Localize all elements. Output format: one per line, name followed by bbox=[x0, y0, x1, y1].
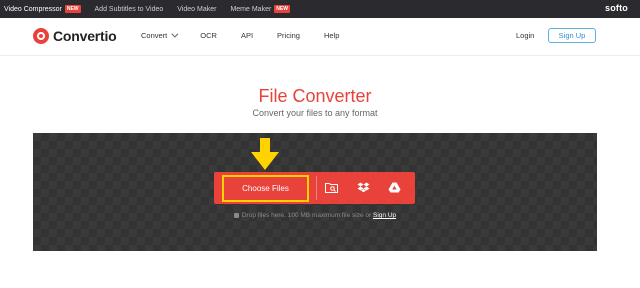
google-drive-icon bbox=[388, 182, 400, 192]
tool-label: Meme Maker bbox=[230, 5, 272, 13]
tool-link-meme-maker[interactable]: Meme Maker NEW bbox=[230, 5, 290, 13]
top-promo-bar: Video Compressor NEW Add Subtitles to Vi… bbox=[0, 0, 640, 18]
new-badge: NEW bbox=[64, 5, 81, 13]
hint-text: Drop files here. 100 MB maximum file siz… bbox=[241, 212, 372, 219]
page-subtitle: Convert your files to any format bbox=[252, 108, 378, 118]
nav-item-convert[interactable]: Convert bbox=[141, 30, 179, 40]
divider bbox=[316, 176, 317, 200]
nav-item-ocr[interactable]: OCR bbox=[200, 31, 217, 40]
tool-label: Video Maker bbox=[177, 5, 217, 13]
chevron-down-icon bbox=[171, 30, 179, 38]
nav-item-help[interactable]: Help bbox=[324, 31, 339, 40]
folder-search-icon bbox=[324, 182, 338, 193]
new-badge: NEW bbox=[274, 5, 290, 13]
nav-item-pricing[interactable]: Pricing bbox=[277, 31, 300, 40]
lock-icon bbox=[233, 212, 239, 218]
dropbox-button[interactable] bbox=[356, 180, 370, 194]
tool-label: Video Compressor bbox=[4, 5, 62, 13]
nav-menu: Convert OCR API Pricing Help bbox=[141, 30, 363, 40]
login-link[interactable]: Login bbox=[516, 31, 534, 40]
tool-label: Add Subtitles to Video bbox=[94, 5, 164, 13]
convertio-logo-icon bbox=[33, 28, 49, 44]
dropbox-icon bbox=[357, 182, 369, 192]
arrow-down-icon bbox=[251, 138, 279, 170]
convertio-logo[interactable]: Convertio bbox=[33, 28, 117, 44]
page-title: File Converter bbox=[258, 86, 372, 106]
nav-item-label: Convert bbox=[141, 31, 168, 40]
choose-files-button[interactable]: Choose Files bbox=[222, 175, 309, 202]
logo-text: Convertio bbox=[53, 28, 117, 44]
tool-link-add-subtitles[interactable]: Add Subtitles to Video bbox=[95, 6, 164, 13]
folder-search-button[interactable] bbox=[324, 180, 338, 194]
main-nav: Convertio Convert OCR API Pricing Help L… bbox=[0, 18, 640, 56]
softo-brand-link[interactable]: softo bbox=[605, 3, 628, 13]
signup-button[interactable]: Sign Up bbox=[548, 28, 596, 43]
google-drive-button[interactable] bbox=[387, 180, 401, 194]
nav-item-api[interactable]: API bbox=[241, 31, 253, 40]
tool-link-video-compressor[interactable]: Video Compressor NEW bbox=[4, 5, 81, 13]
drop-hint: Drop files here. 100 MB maximum file siz… bbox=[0, 212, 630, 219]
hint-signup-link[interactable]: Sign Up bbox=[373, 212, 396, 219]
tool-link-video-maker[interactable]: Video Maker bbox=[177, 6, 216, 13]
